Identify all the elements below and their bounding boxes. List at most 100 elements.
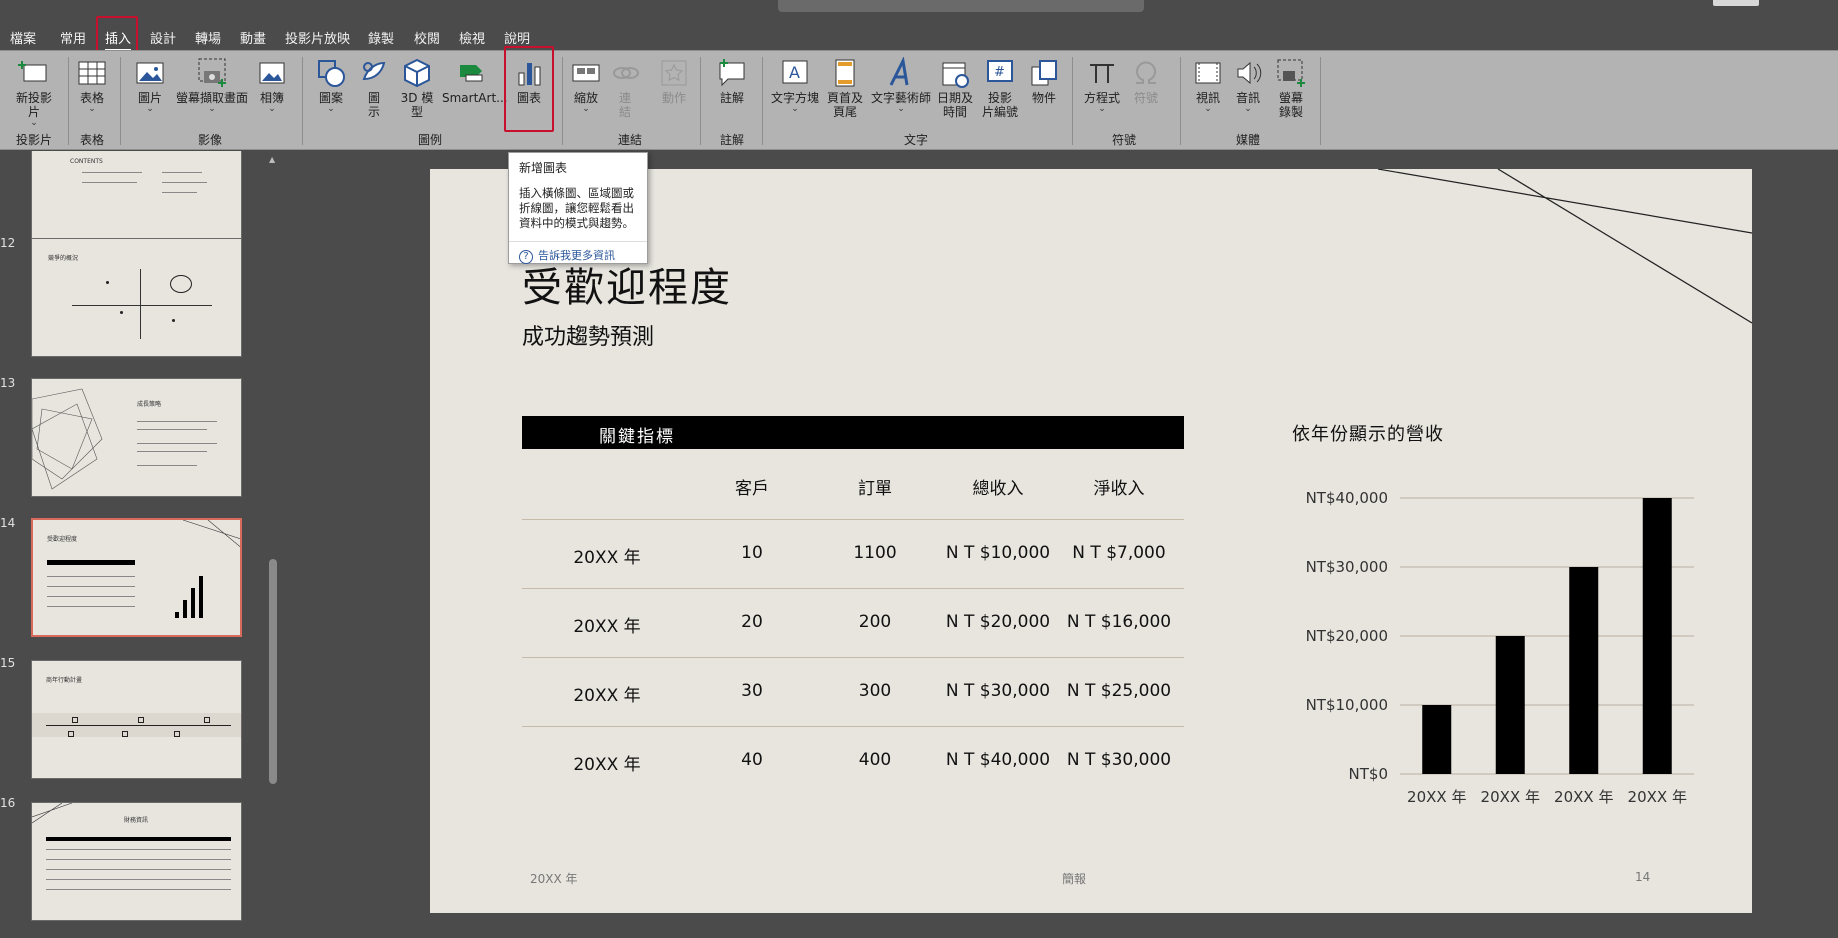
slide-subtitle[interactable]: 成功趨勢預測: [522, 319, 654, 351]
3d-models-button[interactable]: 3D 模 型: [398, 57, 436, 119]
icons-button[interactable]: 圖 示: [356, 57, 392, 119]
slide-thumbnail-11[interactable]: CONTENTS: [31, 151, 242, 248]
equation-button[interactable]: 方程式 ⌄: [1080, 57, 1124, 114]
shapes-button[interactable]: 圖案 ⌄: [312, 57, 350, 114]
zoom-button[interactable]: 縮放 ⌄: [568, 57, 604, 114]
group-label-images: 影像: [197, 133, 223, 147]
shapes-icon: [318, 60, 345, 87]
slide-thumbnails-panel: CONTENTS 12 競爭的概況 13 成長策略 14 受歡迎程度 15 商年…: [0, 151, 282, 938]
slide-thumbnail-14[interactable]: 受歡迎程度: [31, 518, 242, 637]
scroll-up-icon[interactable]: ▲: [269, 155, 275, 164]
table-cell: N T $30,000: [1066, 750, 1172, 770]
tab-animations[interactable]: 動畫: [240, 28, 266, 48]
comment-icon: [719, 59, 745, 87]
slide-canvas[interactable]: 受歡迎程度 成功趨勢預測 關鍵指標 客戶 訂單 總收入 淨收入 20XX 年 1…: [430, 169, 1752, 913]
video-button[interactable]: 視訊 ⌄: [1190, 57, 1226, 114]
table-cell: 40: [741, 750, 763, 770]
chart-bar[interactable]: [1569, 567, 1599, 774]
datetime-button[interactable]: 日期及 時間: [934, 57, 976, 119]
table-icon: [78, 61, 106, 85]
scrollbar-thumb[interactable]: [269, 559, 277, 784]
tab-view[interactable]: 檢視: [459, 28, 485, 48]
column-header: 訂單: [858, 479, 892, 499]
new-slide-icon: [18, 61, 47, 82]
action-button[interactable]: 動作: [656, 57, 692, 105]
footer-title: 簡報: [1062, 872, 1087, 886]
link-button[interactable]: 連 結: [610, 57, 640, 119]
bar-chart-icon: [518, 63, 541, 86]
x-tick-label: 20XX 年: [1481, 788, 1540, 806]
tab-insert[interactable]: 插入: [105, 28, 132, 51]
object-button[interactable]: 物件: [1024, 57, 1064, 105]
screen-recording-button[interactable]: 螢幕 錄製: [1272, 57, 1310, 119]
table-cell: 300: [858, 681, 892, 701]
chart-bar[interactable]: [1642, 498, 1672, 774]
y-tick-label: NT$40,000: [1306, 489, 1388, 507]
thumbnail-number: 15: [0, 656, 16, 670]
thumbnail-number: 13: [0, 376, 16, 390]
slide-thumbnail-12[interactable]: 競爭的概況: [31, 238, 242, 357]
tell-me-more-link[interactable]: ? 告訴我更多資訊: [509, 241, 647, 269]
table-cell: N T $10,000: [945, 543, 1051, 563]
pictures-button[interactable]: 圖片 ⌄: [130, 57, 170, 114]
tab-file[interactable]: 檔案: [10, 28, 36, 48]
tab-slideshow[interactable]: 投影片放映: [285, 28, 350, 48]
revenue-bar-chart[interactable]: NT$0 NT$10,000 NT$20,000 NT$30,000 NT$40,000…: [1290, 454, 1750, 834]
slide-number-button[interactable]: # 投影 片編號: [980, 57, 1020, 119]
tooltip-title: 新增圖表: [519, 161, 568, 175]
textbox-button[interactable]: A 文字方塊 ⌄: [768, 57, 822, 114]
chart-bar[interactable]: [1422, 705, 1452, 774]
chart-bar[interactable]: [1495, 636, 1525, 774]
zoom-icon: [572, 64, 600, 82]
table-cell: N T $7,000: [1072, 543, 1166, 563]
object-icon: [1031, 60, 1057, 86]
table-cell: N T $40,000: [945, 750, 1051, 770]
menu-bar: 檔案 常用 插入 設計 轉場 動畫 投影片放映 錄製 校閱 檢視 說明: [0, 14, 1838, 51]
wordart-button[interactable]: 文字藝術師 ⌄: [870, 57, 932, 114]
tab-record[interactable]: 錄製: [368, 28, 394, 48]
album-icon: [259, 62, 285, 84]
comment-button[interactable]: 註解: [708, 57, 756, 105]
smartart-button[interactable]: SmartArt...: [442, 57, 508, 105]
audio-button[interactable]: 音訊 ⌄: [1230, 57, 1266, 114]
tab-home[interactable]: 常用: [60, 28, 86, 48]
slide-thumbnail-16[interactable]: 財務資訊: [31, 802, 242, 921]
account-button[interactable]: [1713, 0, 1759, 6]
table-cell: N T $20,000: [945, 612, 1051, 632]
tooltip-body: 插入橫條圖、區域圖或折線圖，讓您輕鬆看出資料中的模式與趨勢。: [519, 186, 634, 230]
table-button[interactable]: 表格 ⌄: [72, 57, 112, 114]
group-label-media: 媒體: [1235, 133, 1261, 147]
speaker-icon: [1237, 61, 1262, 85]
new-slide-button[interactable]: 新投影 片 ⌄: [8, 57, 60, 128]
table-cell: 10: [741, 543, 763, 563]
tab-help[interactable]: 說明: [504, 28, 530, 48]
decorative-lines-icon: [32, 388, 103, 490]
table-cell: 30: [741, 681, 763, 701]
footer-date: 20XX 年: [530, 872, 578, 886]
omega-icon: [1136, 61, 1156, 84]
header-footer-button[interactable]: 頁首及 頁尾: [824, 57, 866, 119]
group-label-tables: 表格: [79, 133, 105, 147]
slide-thumbnail-13[interactable]: 成長策略: [31, 378, 242, 497]
screen-recording-icon: [1277, 59, 1305, 87]
album-button[interactable]: 相簿 ⌄: [256, 57, 288, 114]
tab-review[interactable]: 校閱: [414, 28, 440, 48]
search-box[interactable]: [778, 0, 1144, 12]
slide-thumbnail-15[interactable]: 商年行動計畫: [31, 660, 242, 779]
tab-design[interactable]: 設計: [150, 28, 176, 48]
y-tick-label: NT$20,000: [1306, 627, 1388, 645]
star-icon: [661, 60, 687, 86]
table-cell: N T $25,000: [1066, 681, 1172, 701]
chart-button[interactable]: 圖表: [510, 57, 548, 105]
table-cell: N T $30,000: [945, 681, 1051, 701]
thumbnail-number: 14: [0, 516, 16, 530]
group-label-links: 連結: [617, 133, 643, 147]
chart-title: 依年份顯示的營收: [1292, 424, 1444, 445]
thumbnails-scrollbar[interactable]: ▲: [266, 151, 280, 938]
symbol-button[interactable]: 符號: [1128, 57, 1164, 105]
svg-text:#: #: [994, 65, 1005, 80]
screenshot-button[interactable]: 螢幕擷取畫面 ⌄: [172, 57, 252, 114]
tab-transitions[interactable]: 轉場: [195, 28, 221, 48]
thumbnail-number: 16: [0, 796, 16, 810]
table-cell: 400: [858, 750, 892, 770]
